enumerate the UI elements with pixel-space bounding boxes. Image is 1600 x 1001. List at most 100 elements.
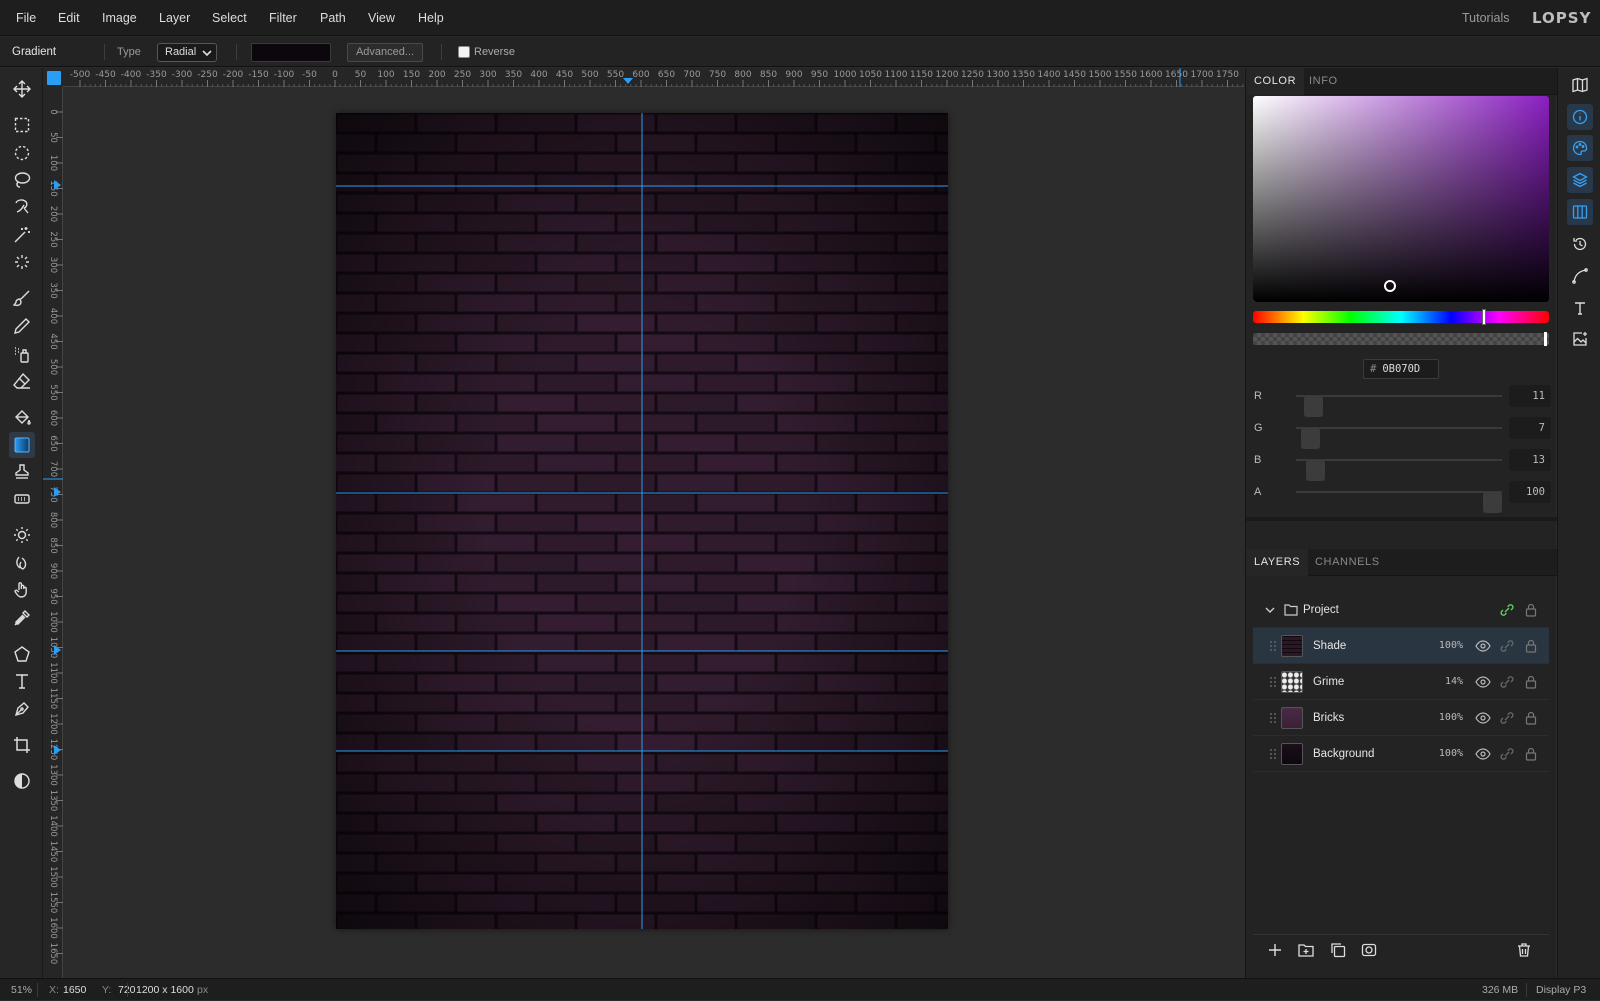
menu-view[interactable]: View xyxy=(368,0,395,36)
eye-icon[interactable] xyxy=(1475,675,1491,689)
channel-value-input[interactable]: 100 xyxy=(1509,481,1551,503)
chevron-down-icon[interactable] xyxy=(1265,605,1275,615)
channels-panel-button[interactable] xyxy=(1567,199,1593,225)
drag-handle-icon[interactable] xyxy=(1269,676,1277,688)
guide-marker[interactable] xyxy=(623,78,633,84)
eyedropper-tool[interactable] xyxy=(9,605,35,631)
guide-toggle-icon[interactable] xyxy=(47,71,61,85)
left-ruler[interactable]: 0 50 100 150 200 250 300 350 400 450 500 550 600 650 7… xyxy=(43,87,63,978)
color-picker-cursor[interactable] xyxy=(1384,280,1396,292)
drag-handle-icon[interactable] xyxy=(1269,640,1277,652)
link-icon[interactable] xyxy=(1500,675,1514,689)
object-select-tool[interactable] xyxy=(9,249,35,275)
burn-tool[interactable] xyxy=(9,550,35,576)
paint-bucket-tool[interactable] xyxy=(9,404,35,430)
advanced-button[interactable]: Advanced... xyxy=(347,43,423,62)
new-folder-icon[interactable] xyxy=(1298,942,1314,958)
clone-stamp-tool[interactable] xyxy=(9,459,35,485)
brush-tool[interactable] xyxy=(9,285,35,311)
link-icon[interactable] xyxy=(1500,711,1514,725)
move-tool[interactable] xyxy=(9,76,35,102)
eye-icon[interactable] xyxy=(1475,711,1491,725)
layer-group-row[interactable]: Project xyxy=(1253,592,1549,628)
lock-icon[interactable] xyxy=(1525,603,1537,617)
hue-handle[interactable] xyxy=(1482,309,1486,325)
menu-help[interactable]: Help xyxy=(418,0,444,36)
alpha-slider[interactable] xyxy=(1253,332,1549,346)
hex-input[interactable]: #0B070D xyxy=(1363,359,1439,379)
canvas-workspace[interactable] xyxy=(64,88,1244,978)
info-panel-button[interactable] xyxy=(1567,104,1593,130)
shape-tool[interactable] xyxy=(9,641,35,667)
magic-wand-tool[interactable] xyxy=(9,222,35,248)
hue-slider[interactable] xyxy=(1253,309,1549,325)
channel-slider-track[interactable] xyxy=(1296,491,1502,513)
channel-slider-handle[interactable] xyxy=(1304,396,1324,417)
layer-opacity[interactable]: 100% xyxy=(1413,700,1463,736)
history-panel-button[interactable] xyxy=(1567,231,1593,257)
tab-info[interactable]: INFO xyxy=(1301,68,1346,95)
channel-value-input[interactable]: 13 xyxy=(1509,449,1551,471)
gradient-type-select[interactable]: Radial xyxy=(157,43,217,62)
menu-file[interactable]: File xyxy=(16,0,36,36)
layer-opacity[interactable]: 100% xyxy=(1413,736,1463,772)
patch-tool[interactable] xyxy=(9,486,35,512)
layer-row[interactable]: Bricks 100% xyxy=(1253,700,1549,736)
channel-slider-track[interactable] xyxy=(1296,427,1502,449)
pen-tool[interactable] xyxy=(9,696,35,722)
text-tool[interactable] xyxy=(9,668,35,694)
channel-value-input[interactable]: 11 xyxy=(1509,385,1551,407)
channel-slider-handle[interactable] xyxy=(1305,460,1325,481)
tab-color[interactable]: COLOR xyxy=(1246,68,1305,95)
gradient-tool[interactable] xyxy=(9,432,35,458)
lock-icon[interactable] xyxy=(1525,675,1537,689)
tab-channels[interactable]: CHANNELS xyxy=(1307,549,1388,576)
quick-select-tool[interactable] xyxy=(9,194,35,220)
lock-icon[interactable] xyxy=(1525,711,1537,725)
channel-slider-track[interactable] xyxy=(1296,395,1502,417)
top-ruler[interactable]: -500 -450 -400 -350 -300 -250 -200 -150 -100 -50 0… xyxy=(63,68,1244,87)
alpha-handle[interactable] xyxy=(1544,332,1547,346)
drag-handle-icon[interactable] xyxy=(1269,712,1277,724)
eraser-tool[interactable] xyxy=(9,368,35,394)
layer-row[interactable]: Grime 14% xyxy=(1253,664,1549,700)
layers-panel-button[interactable] xyxy=(1567,167,1593,193)
panel-divider[interactable] xyxy=(1246,517,1557,521)
gradient-swatch[interactable] xyxy=(251,43,331,62)
layer-opacity[interactable]: 100% xyxy=(1413,628,1463,664)
eye-icon[interactable] xyxy=(1475,639,1491,653)
saturation-value-picker[interactable] xyxy=(1253,96,1549,302)
reverse-checkbox[interactable] xyxy=(458,46,470,58)
duplicate-layer-icon[interactable] xyxy=(1330,942,1346,958)
zoom-level[interactable]: 51% xyxy=(11,979,32,1001)
channel-value-input[interactable]: 7 xyxy=(1509,417,1551,439)
tab-layers[interactable]: LAYERS xyxy=(1246,549,1309,576)
menu-edit[interactable]: Edit xyxy=(58,0,80,36)
channel-slider-handle[interactable] xyxy=(1301,428,1321,449)
crop-tool[interactable] xyxy=(9,732,35,758)
menu-path[interactable]: Path xyxy=(320,0,346,36)
tutorials-link[interactable]: Tutorials xyxy=(1462,0,1509,36)
link-icon[interactable] xyxy=(1500,603,1514,617)
color-profile[interactable]: Display P3 xyxy=(1536,979,1586,1001)
delete-layer-icon[interactable] xyxy=(1516,942,1532,958)
add-layer-icon[interactable] xyxy=(1267,942,1283,958)
smudge-tool[interactable] xyxy=(9,577,35,603)
menu-layer[interactable]: Layer xyxy=(159,0,190,36)
layer-row[interactable]: Background 100% xyxy=(1253,736,1549,772)
map-panel-button[interactable] xyxy=(1567,72,1593,98)
channel-slider-handle[interactable] xyxy=(1483,492,1502,513)
eye-icon[interactable] xyxy=(1475,747,1491,761)
menu-filter[interactable]: Filter xyxy=(269,0,297,36)
paths-panel-button[interactable] xyxy=(1567,263,1593,289)
drag-handle-icon[interactable] xyxy=(1269,748,1277,760)
layer-row[interactable]: Shade 100% xyxy=(1253,628,1549,664)
menu-select[interactable]: Select xyxy=(212,0,247,36)
lock-icon[interactable] xyxy=(1525,747,1537,761)
ellipse-select-tool[interactable] xyxy=(9,140,35,166)
image-panel-button[interactable] xyxy=(1567,326,1593,352)
link-icon[interactable] xyxy=(1500,639,1514,653)
lock-icon[interactable] xyxy=(1525,639,1537,653)
contrast-tool[interactable] xyxy=(9,768,35,794)
dodge-tool[interactable] xyxy=(9,522,35,548)
